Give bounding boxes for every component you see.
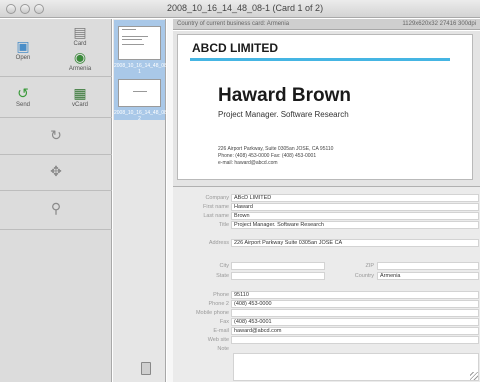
card-name: Haward Brown	[218, 85, 352, 106]
fax-field[interactable]: (408) 453-0001	[231, 318, 479, 326]
fax-label: Fax	[219, 319, 229, 325]
vcard-button-label: vCard	[71, 102, 88, 108]
state-field[interactable]	[231, 272, 325, 280]
card-address: 226 Airport Parkway, Suite 0305an JOSE, …	[218, 146, 334, 152]
card-email: e-mail: haward@abcd.com	[218, 160, 278, 166]
zip-field[interactable]	[377, 262, 479, 270]
phone2-field[interactable]: (408) 453-0000	[231, 300, 479, 308]
thumbnail-card-1[interactable]	[118, 26, 161, 60]
card-preview-area: ABCD LIMITED Haward Brown Project Manage…	[173, 31, 480, 186]
phone-field[interactable]: 95110	[231, 291, 479, 299]
zoom-window-icon[interactable]	[34, 4, 44, 14]
note-label: Note	[217, 346, 229, 352]
card-rule	[190, 58, 450, 61]
send-icon: ↺	[17, 85, 29, 101]
email-label: E-mail	[213, 328, 229, 334]
send-button-label: Send	[15, 102, 30, 108]
city-label: City	[219, 263, 229, 269]
move-arrows-icon: ✥	[50, 163, 62, 179]
resize-grip-icon[interactable]	[470, 372, 478, 380]
send-button[interactable]: ↺ Send	[8, 86, 38, 108]
status-image-info: 1129x620x32 27416 300dpi	[402, 21, 476, 27]
note-field[interactable]	[233, 353, 479, 381]
first-name-label: First name	[203, 204, 229, 210]
close-window-icon[interactable]	[6, 4, 16, 14]
card-company: ABCD LIMITED	[192, 41, 278, 55]
rotate-icon: ↻	[50, 127, 62, 143]
first-name-field[interactable]: Haward	[231, 203, 479, 211]
toolbar-row-zoom: ⚲	[0, 192, 112, 230]
toolbar-row-send: ↺ Send ▦ vCard	[0, 78, 112, 118]
address-field[interactable]: 226 Airport Parkway Suite 0305an JOSE CA	[231, 239, 479, 247]
status-country: Country of current business card: Armeni…	[177, 21, 290, 27]
country-label: Country	[354, 273, 374, 279]
business-card-image: ABCD LIMITED Haward Brown Project Manage…	[177, 34, 473, 180]
mobile-field[interactable]	[231, 309, 479, 317]
window-title: 2008_10_16_14_48_08-1 (Card 1 of 2)	[166, 3, 324, 13]
globe-icon: ◉	[73, 49, 87, 65]
state-label: State	[216, 273, 229, 279]
rotate-button[interactable]: ↻	[41, 128, 71, 144]
open-folder-icon: ▣	[16, 38, 30, 54]
company-field[interactable]: ABcD LIMITED	[231, 194, 479, 202]
open-button-label: Open	[15, 55, 31, 61]
vcard-button[interactable]: ▦ vCard	[60, 86, 100, 108]
zip-label: ZIP	[365, 263, 374, 269]
web-field[interactable]	[231, 336, 479, 344]
toolbar-row-open: ▣ Open ▤ Card ◉ Armenia	[0, 19, 112, 77]
card-title: Project Manager. Software Research	[218, 110, 349, 119]
zoom-button[interactable]: ⚲	[41, 201, 71, 217]
phone2-label: Phone 2	[208, 301, 230, 307]
toolbar-row-move: ✥	[0, 156, 112, 191]
thumbnail-2-label: 2008_10_16_14_48_08-2	[114, 110, 169, 122]
thumbnail-card-2[interactable]	[118, 79, 161, 107]
thumbnail-1-label: 2008_10_16_14_48_08-1	[114, 63, 169, 75]
magnifier-icon: ⚲	[50, 200, 62, 216]
open-button[interactable]: ▣ Open	[8, 39, 38, 61]
card-button-label: Card	[73, 41, 87, 47]
title-field[interactable]: Project Manager. Software Research	[231, 221, 479, 229]
move-button[interactable]: ✥	[41, 164, 71, 180]
vcard-icon: ▦	[73, 85, 87, 101]
card-icon: ▤	[73, 24, 87, 40]
contact-form: Company ABcD LIMITED First name Haward L…	[173, 186, 480, 382]
title-label: Title	[218, 222, 229, 228]
last-name-field[interactable]: Brown	[231, 212, 479, 220]
status-bar: Country of current business card: Armeni…	[173, 19, 480, 30]
mobile-label: Mobile phone	[195, 310, 229, 316]
thumbnail-strip: 2008_10_16_14_48_08-1 2008_10_16_14_48_0…	[113, 19, 169, 382]
company-label: Company	[205, 195, 229, 201]
armenia-button[interactable]: ◉ Armenia	[60, 50, 100, 72]
title-bar: 2008_10_16_14_48_08-1 (Card 1 of 2)	[0, 0, 480, 18]
web-label: Web site	[207, 337, 229, 343]
city-field[interactable]	[231, 262, 325, 270]
armenia-button-label: Armenia	[68, 66, 92, 72]
minimize-window-icon[interactable]	[20, 4, 30, 14]
toolbar-row-rotate: ↻	[0, 119, 112, 155]
card-phones: Phone: (408) 453-0000 Fax: (408) 453-000…	[218, 153, 317, 159]
address-label: Address	[208, 240, 229, 246]
card-button[interactable]: ▤ Card	[60, 25, 100, 47]
trash-icon[interactable]	[141, 362, 151, 375]
email-field[interactable]: haward@abcd.com	[231, 327, 479, 335]
last-name-label: Last name	[203, 213, 229, 219]
country-field[interactable]: Armenia	[377, 272, 479, 280]
tool-panel: ▣ Open ▤ Card ◉ Armenia ↺ Send ▦ vCard ↻…	[0, 19, 112, 382]
phone-label: Phone	[213, 292, 229, 298]
